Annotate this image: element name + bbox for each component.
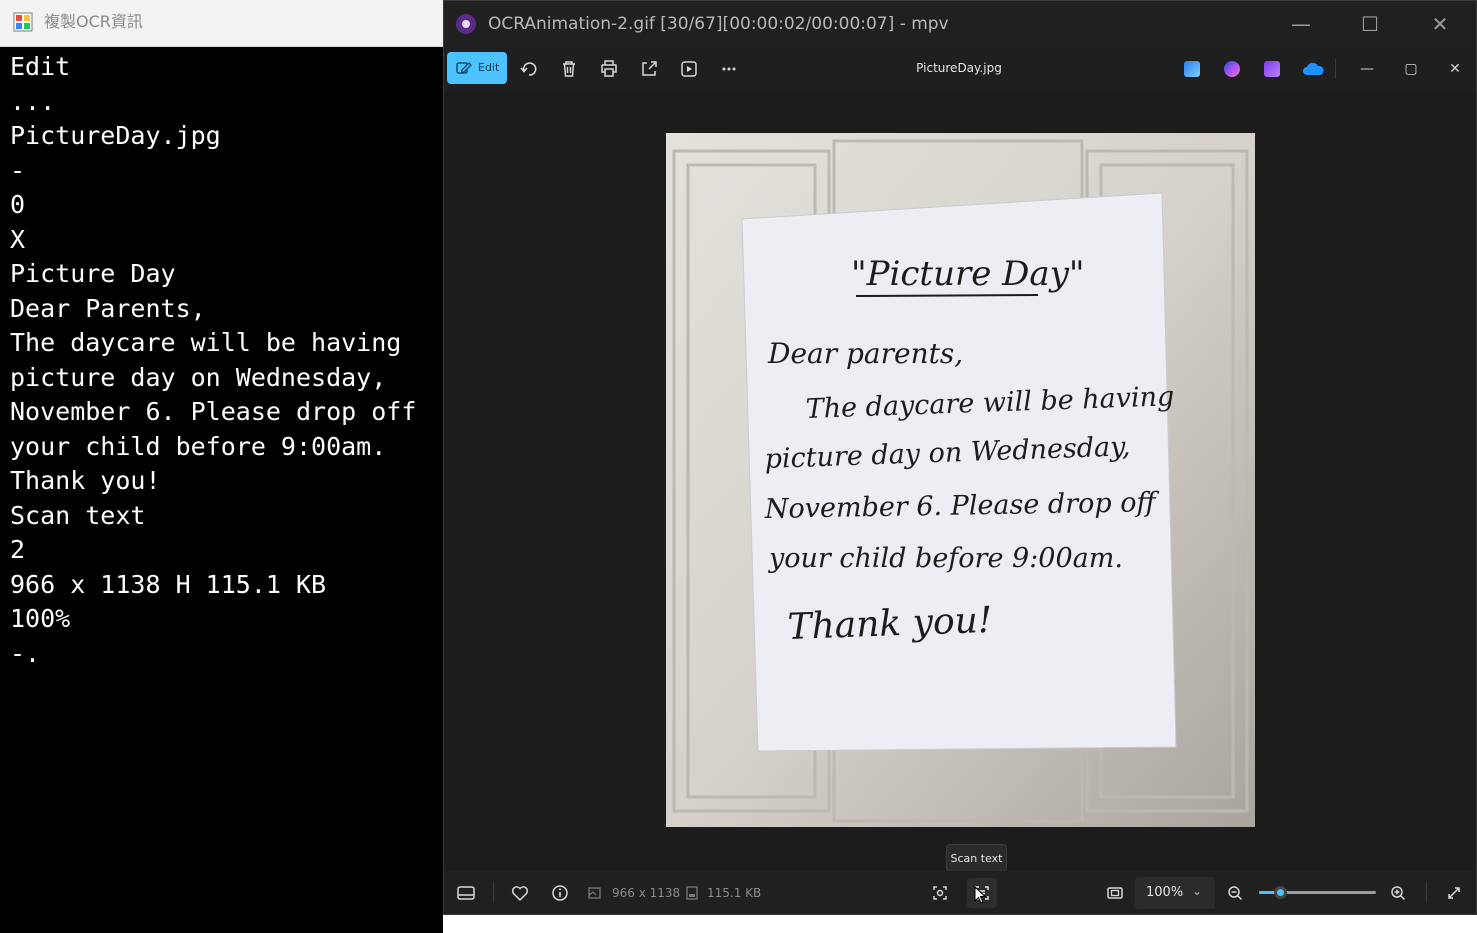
edit-pen-icon — [456, 62, 472, 74]
ocr-window-title: 複製OCR資訊 — [44, 12, 143, 31]
ocr-text-line: Thank you! — [10, 466, 161, 495]
mpv-titlebar[interactable]: OCRAnimation-2.gif [30/67][00:00:02/00:0… — [444, 1, 1476, 47]
print-icon[interactable] — [596, 56, 622, 82]
zoom-slider-thumb[interactable] — [1274, 886, 1288, 899]
minimize-button[interactable]: — — [1281, 9, 1321, 39]
zoom-out-icon[interactable] — [1223, 881, 1247, 905]
rotate-icon[interactable] — [516, 56, 542, 82]
favorite-heart-icon[interactable] — [508, 881, 532, 905]
edit-label: Edit — [478, 61, 500, 74]
image-viewer[interactable]: "Picture Day" Dear parents, The daycare … — [444, 91, 1476, 871]
mpv-window: OCRAnimation-2.gif [30/67][00:00:02/00:0… — [443, 0, 1477, 915]
edit-button[interactable]: Edit — [447, 52, 507, 84]
bottom-divider — [1426, 881, 1427, 903]
ocr-text-line: -. — [10, 638, 41, 668]
info-icon[interactable] — [548, 881, 572, 905]
note-line: Dear parents, — [767, 337, 963, 370]
share-icon[interactable] — [636, 56, 662, 82]
file-size: 115.1 KB — [707, 886, 762, 900]
ocr-text-line: X — [10, 224, 26, 254]
paint-app-icon[interactable] — [1184, 61, 1200, 77]
file-name: PictureDay.jpg — [916, 61, 1002, 75]
ocr-text-output[interactable]: Edit... PictureDay.jpg - 0 X Picture Day Dear … — [10, 50, 416, 671]
fit-to-window-icon[interactable] — [1103, 881, 1127, 905]
ocr-text-line: 100% — [10, 604, 71, 633]
ocr-text-line: Picture Day — [10, 259, 176, 288]
ocr-text-line: 2 — [10, 535, 26, 564]
ocr-text-line: The daycare will be having — [10, 328, 402, 357]
photos-minimize-button[interactable]: — — [1357, 59, 1377, 79]
ocr-text-line: PictureDay.jpg — [10, 121, 221, 150]
ocr-text-line: picture day on Wednesday, — [10, 362, 387, 392]
picture-day-photo[interactable]: "Picture Day" Dear parents, The daycare … — [666, 133, 1255, 827]
mpv-window-title: OCRAnimation-2.gif [30/67][00:00:02/00:0… — [488, 14, 949, 34]
mpv-logo-icon — [456, 14, 476, 34]
file-size-icon — [686, 886, 698, 900]
photos-toolbar: Edit PictureDay.jpg — ▢ ✕ — [444, 47, 1476, 91]
ocr-text-line: Dear Parents, — [10, 293, 206, 323]
zoom-slider[interactable] — [1259, 886, 1376, 899]
clipchamp-app-icon[interactable] — [1264, 61, 1280, 77]
more-icon[interactable] — [716, 56, 742, 82]
toolbar-divider — [1335, 59, 1336, 79]
image-dimensions: 966 x 1138 — [612, 886, 681, 900]
filmstrip-icon[interactable] — [454, 881, 478, 905]
ocr-text-line: Scan text — [10, 500, 146, 530]
note-line: Thank you! — [787, 600, 993, 648]
note-line: your child before 9:00am. — [768, 543, 1123, 574]
ocr-text-line: 966 x 1138 H 115.1 KB — [10, 569, 327, 599]
maximize-button[interactable]: ☐ — [1350, 9, 1390, 39]
full-screen-icon[interactable] — [1442, 881, 1466, 905]
zoom-in-icon[interactable] — [1386, 881, 1410, 905]
ocr-titlebar[interactable]: 複製OCR資訊 — [0, 0, 443, 47]
ocr-text-line: your child before 9:00am. — [10, 431, 387, 461]
ocr-text-line: 0 — [10, 190, 26, 219]
designer-app-icon[interactable] — [1224, 61, 1240, 77]
photos-close-button[interactable]: ✕ — [1445, 59, 1465, 79]
zoom-level: 100% — [1146, 885, 1184, 900]
onedrive-icon[interactable] — [1302, 61, 1324, 77]
ocr-text-line: ... — [10, 86, 56, 116]
photos-maximize-button[interactable]: ▢ — [1401, 59, 1421, 79]
zoom-dropdown[interactable]: 100% ⌄ — [1135, 877, 1215, 909]
bottom-divider — [493, 881, 494, 903]
mouse-cursor — [974, 886, 987, 904]
note-title: "Picture Day" — [851, 254, 1085, 294]
ocr-text-line: November 6. Please drop off — [10, 397, 417, 426]
scan-text-tooltip: Scan text — [946, 844, 1007, 872]
ocr-window: 複製OCR資訊 Edit... PictureDay.jpg - 0 X Picture … — [0, 0, 443, 933]
photos-bottom-bar: 966 x 1138 115.1 KB 100% ⌄ — [444, 871, 1476, 914]
dimensions-icon — [588, 887, 601, 899]
ocr-text-line: Edit — [10, 52, 71, 81]
ocr-text-line: - — [10, 155, 26, 185]
chevron-down-icon: ⌄ — [1192, 884, 1203, 898]
close-button[interactable]: ✕ — [1420, 9, 1460, 39]
visual-search-icon[interactable] — [928, 881, 952, 905]
delete-icon[interactable] — [556, 56, 582, 82]
app-icon — [13, 12, 33, 32]
slideshow-icon[interactable] — [676, 56, 702, 82]
